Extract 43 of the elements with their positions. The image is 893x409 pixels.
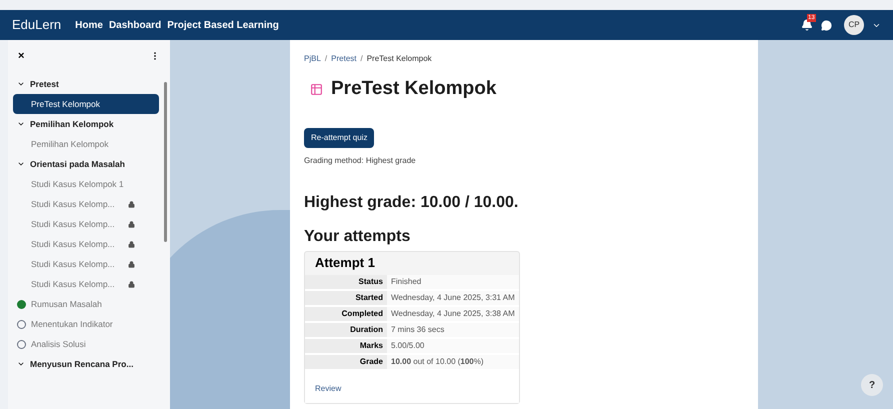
chat-icon[interactable] <box>821 20 832 30</box>
attempt-value: Finished <box>387 274 519 290</box>
course-item[interactable]: Analisis Solusi <box>13 334 159 354</box>
course-item[interactable]: Studi Kasus Kelomp... <box>13 274 159 294</box>
grading-method-text: Grading method: Highest grade <box>304 154 417 166</box>
course-item[interactable]: Studi Kasus Kelomp... <box>13 254 159 274</box>
brand-logo[interactable]: EduLern <box>12 15 62 35</box>
breadcrumb-separator: / <box>324 53 328 65</box>
course-item[interactable]: Rumusan Masalah <box>13 294 159 314</box>
section-title[interactable]: Orientasi pada Masalah <box>30 158 125 170</box>
nav-link[interactable]: Project Based Learning <box>167 18 279 32</box>
section-title[interactable]: Pretest <box>30 78 59 90</box>
attempt-title: Attempt 1 <box>314 254 376 272</box>
chevron-icon[interactable] <box>17 120 25 128</box>
section-title[interactable]: Pemilihan Kelompok <box>30 118 114 130</box>
section-title[interactable]: Menyusun Rencana Pro... <box>30 358 134 370</box>
quiz-icon <box>310 82 323 96</box>
chevron-icon[interactable] <box>17 80 25 88</box>
reattempt-button[interactable]: Re-attempt quiz <box>304 128 374 148</box>
attempts-heading: Your attempts <box>304 226 412 246</box>
course-item[interactable]: Pemilihan Kelompok <box>13 134 159 154</box>
course-item[interactable]: Studi Kasus Kelomp... <box>13 194 159 214</box>
notification-bell-icon[interactable] <box>801 19 813 31</box>
breadcrumb-current-page: PreTest Kelompok <box>366 53 432 65</box>
close-button[interactable]: × <box>18 50 24 62</box>
course-item[interactable]: Studi Kasus Kelompok 1 <box>13 174 159 194</box>
breadcrumb-link[interactable]: PjBL <box>304 53 321 65</box>
nav-link[interactable]: Dashboard <box>108 18 162 32</box>
chevron-icon[interactable] <box>17 160 25 168</box>
review-link[interactable]: Review <box>315 384 342 392</box>
highest-grade-heading: Highest grade: 10.00 / 10.00. <box>304 192 520 212</box>
attempt-label: Status <box>305 274 387 290</box>
nav-link[interactable]: Home <box>75 18 103 32</box>
breadcrumb-separator: / <box>360 53 363 65</box>
course-item[interactable]: Studi Kasus Kelomp... <box>13 234 159 254</box>
course-item[interactable]: PreTest Kelompok <box>13 94 159 114</box>
chevron-icon[interactable] <box>17 360 25 368</box>
breadcrumb-link[interactable]: Pretest <box>331 53 356 65</box>
course-item[interactable]: Studi Kasus Kelomp... <box>13 214 159 234</box>
help-button[interactable]: ? <box>861 374 883 396</box>
user-avatar[interactable]: CP <box>844 15 864 35</box>
course-item[interactable]: Menentukan Indikator <box>13 314 159 334</box>
page-title: PreTest Kelompok <box>331 77 496 101</box>
